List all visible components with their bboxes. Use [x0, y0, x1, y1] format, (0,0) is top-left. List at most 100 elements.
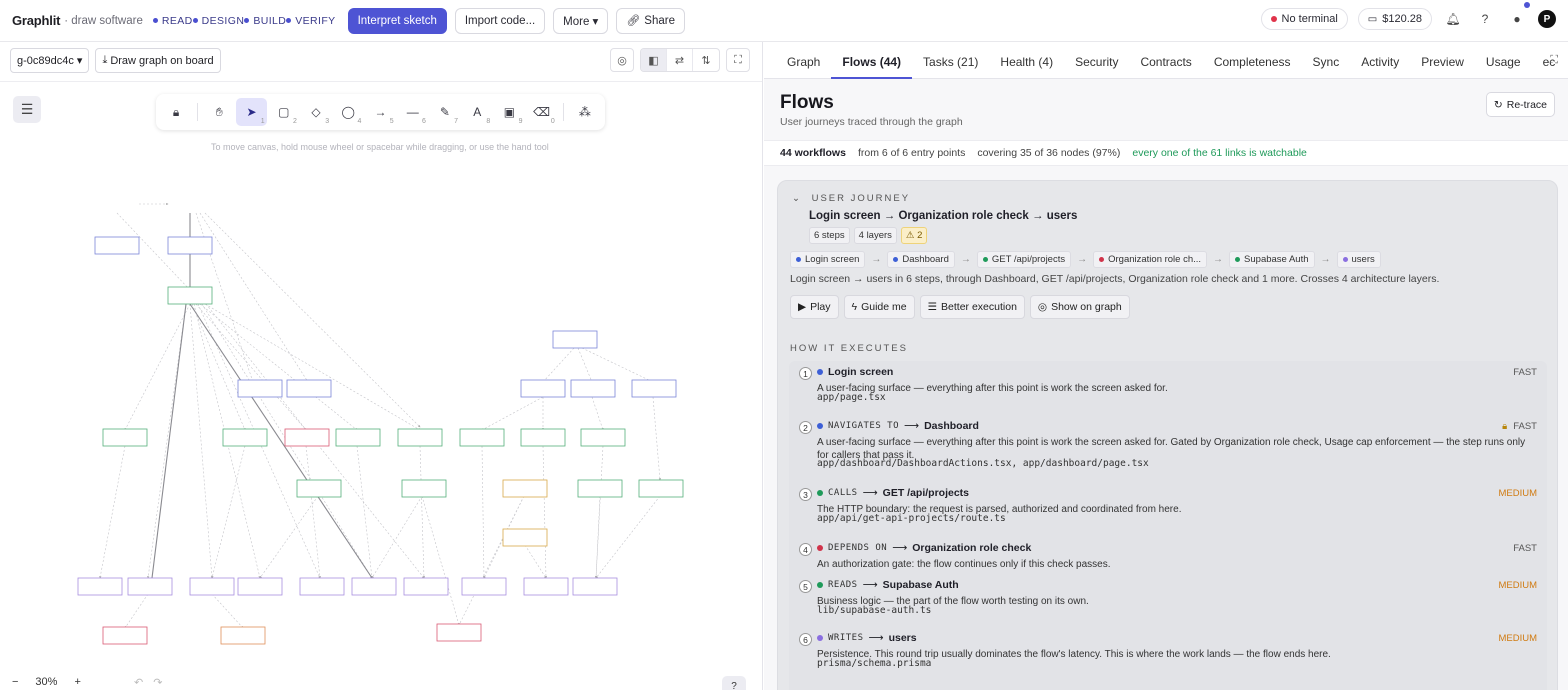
- import-code-button[interactable]: Import code...: [454, 7, 546, 34]
- execution-step[interactable]: 6 WRITES ⟶ users MEDIUM Persistence. This rou…: [789, 627, 1547, 687]
- draw-graph-button[interactable]: ⤓ Draw graph on board: [95, 48, 221, 73]
- interpret-sketch-button[interactable]: Interpret sketch: [347, 7, 447, 34]
- tab-graph[interactable]: Graph: [776, 55, 831, 78]
- tab-ec[interactable]: ec: [1532, 55, 1567, 78]
- execution-step[interactable]: 4 DEPENDS ON ⟶ Organization role check FAST A…: [789, 537, 1547, 574]
- entry-points: from 6 of 6 entry points: [857, 147, 966, 159]
- execution-step[interactable]: 3 CALLS ⟶ GET /api/projects MEDIUM The HTTP b…: [789, 482, 1547, 537]
- brand-name[interactable]: Graphlit: [12, 13, 60, 28]
- journey-header[interactable]: ⌄ USER JOURNEY: [792, 193, 910, 204]
- tool-shortcut: 1: [260, 118, 265, 125]
- swap-horizontal-icon[interactable]: ⇄: [667, 49, 693, 71]
- pointer-icon[interactable]: ➤ 1: [236, 98, 267, 126]
- shapes-icon[interactable]: ⁂: [570, 98, 600, 126]
- hand-icon[interactable]: ✋︎: [204, 98, 234, 126]
- show-on-graph-button[interactable]: ◎ Show on graph: [1029, 295, 1130, 319]
- journey-chain: Login screen → Dashboard → GET /api/projects…: [790, 251, 1381, 268]
- step-target: GET /api/projects: [882, 487, 970, 499]
- avatar[interactable]: P: [1538, 10, 1556, 28]
- tab-sync[interactable]: Sync: [1302, 55, 1351, 78]
- tab-flows[interactable]: Flows (44): [831, 55, 912, 79]
- better-execution-button[interactable]: ☰ Better execution: [919, 295, 1025, 319]
- step-file[interactable]: prisma/schema.prisma: [817, 658, 931, 669]
- lock-icon[interactable]: 🔒︎: [161, 98, 191, 126]
- help-icon[interactable]: ?: [1474, 8, 1496, 30]
- arrow-icon[interactable]: → 5: [365, 98, 395, 126]
- credits-balance[interactable]: ▭ $120.28: [1357, 8, 1432, 30]
- canvas-help-icon[interactable]: ?: [722, 676, 746, 690]
- redo-icon[interactable]: ↷: [153, 676, 162, 689]
- step-file[interactable]: app/dashboard/DashboardActions.tsx, app/…: [817, 458, 1149, 469]
- tab-security[interactable]: Security: [1064, 55, 1129, 78]
- zoom-in-icon[interactable]: +: [74, 676, 80, 688]
- step-verb: DEPENDS ON: [828, 543, 888, 553]
- tab-bar: Graph Flows (44) Tasks (21) Health (4) Secur…: [764, 42, 1568, 79]
- tab-tasks[interactable]: Tasks (21): [912, 55, 989, 78]
- chain-node[interactable]: Dashboard: [887, 251, 955, 268]
- execution-step[interactable]: 1 Login screen FAST A user-facing surface —…: [789, 361, 1547, 415]
- more-menu-button[interactable]: More ▾: [553, 7, 609, 34]
- step-target: Organization role check: [912, 542, 1032, 554]
- execution-steps: 1 Login screen FAST A user-facing surface —…: [789, 361, 1547, 690]
- chain-node[interactable]: Supabase Auth: [1229, 251, 1315, 268]
- chevron-down-icon[interactable]: ⌄: [792, 193, 802, 204]
- chain-node[interactable]: Organization role ch...: [1093, 251, 1208, 268]
- zoom-level[interactable]: 30%: [32, 676, 60, 688]
- graph-select[interactable]: g-0c89dc4c ▾: [10, 48, 90, 73]
- step-file[interactable]: lib/supabase-auth.ts: [817, 605, 931, 616]
- split-view-icon[interactable]: ◧: [641, 49, 667, 71]
- fullscreen-icon[interactable]: ⛶: [726, 48, 750, 72]
- chain-node[interactable]: GET /api/projects: [976, 251, 1072, 268]
- canvas-panel[interactable]: g-0c89dc4c ▾ ⤓ Draw graph on board ◎ ◧ ⇄…: [0, 42, 763, 690]
- layer-dot-icon: [817, 490, 823, 496]
- expand-panel-icon[interactable]: ⛶: [1550, 54, 1558, 67]
- chain-node-label: Organization role ch...: [1108, 254, 1202, 265]
- layer-dot-icon: [817, 369, 823, 375]
- tab-usage[interactable]: Usage: [1475, 55, 1532, 78]
- chain-node[interactable]: Login screen: [790, 251, 866, 268]
- line-icon[interactable]: —6: [398, 98, 428, 126]
- tab-completeness[interactable]: Completeness: [1203, 55, 1302, 78]
- tab-contracts[interactable]: Contracts: [1129, 55, 1202, 78]
- zoom-out-icon[interactable]: −: [12, 676, 18, 688]
- tab-preview[interactable]: Preview: [1410, 55, 1475, 78]
- tab-health[interactable]: Health (4): [989, 55, 1064, 78]
- step-file[interactable]: app/api/get-api-projects/route.ts: [817, 513, 1006, 524]
- eraser-icon[interactable]: ⌫ 0: [527, 98, 557, 126]
- node-coverage: covering 35 of 36 nodes (97%): [977, 147, 1121, 159]
- phase-read[interactable]: READ: [152, 15, 193, 27]
- rectangle-icon[interactable]: ▢ 2: [269, 98, 299, 126]
- text-icon[interactable]: A8: [462, 98, 492, 126]
- architecture-graph[interactable]: [0, 182, 700, 662]
- chain-node[interactable]: users: [1336, 251, 1381, 268]
- guide-me-button[interactable]: ϟ Guide me: [843, 295, 915, 319]
- diamond-icon[interactable]: ◇ 3: [301, 98, 331, 126]
- swap-vertical-icon[interactable]: ⇅: [693, 49, 719, 71]
- tool-glyph: ▢: [278, 105, 290, 119]
- tool-glyph: ✋︎: [215, 104, 223, 119]
- tool-shortcut: 9: [518, 118, 523, 125]
- ellipse-icon[interactable]: ◯ 4: [333, 98, 363, 126]
- terminal-status[interactable]: No terminal: [1260, 8, 1348, 30]
- execution-step[interactable]: 5 READS ⟶ Supabase Auth MEDIUM Business logic…: [789, 574, 1547, 627]
- pencil-icon[interactable]: ✎ 7: [430, 98, 460, 126]
- share-button[interactable]: 🔗︎ Share: [616, 7, 685, 34]
- retrace-button[interactable]: ↻ Re-trace: [1485, 92, 1555, 117]
- phase-design[interactable]: DESIGN: [192, 15, 245, 27]
- phase-verify[interactable]: VERIFY: [286, 15, 335, 27]
- hamburger-menu-icon[interactable]: ☰: [13, 96, 41, 123]
- step-number: 4: [799, 543, 812, 556]
- notifications-bell-icon[interactable]: 🔔︎: [1442, 8, 1464, 30]
- step-file[interactable]: app/page.tsx: [817, 392, 886, 403]
- tab-activity[interactable]: Activity: [1350, 55, 1410, 78]
- image-icon[interactable]: ▣ 9: [494, 98, 524, 126]
- warnings-badge[interactable]: ⚠ 2: [900, 227, 928, 244]
- canvas-hint: To move canvas, hold mouse wheel or spac…: [211, 142, 549, 152]
- phase-build[interactable]: BUILD: [244, 15, 286, 27]
- execution-step[interactable]: 2 NAVIGATES TO ⟶ Dashboard 🔒︎ FAST A user-faci…: [789, 415, 1547, 482]
- target-icon[interactable]: ◎: [610, 48, 634, 72]
- theme-toggle-icon[interactable]: ●: [1506, 2, 1530, 30]
- undo-icon[interactable]: ↶: [134, 676, 143, 689]
- play-button[interactable]: ▶ Play: [790, 295, 839, 319]
- step-speed: MEDIUM: [1498, 633, 1537, 644]
